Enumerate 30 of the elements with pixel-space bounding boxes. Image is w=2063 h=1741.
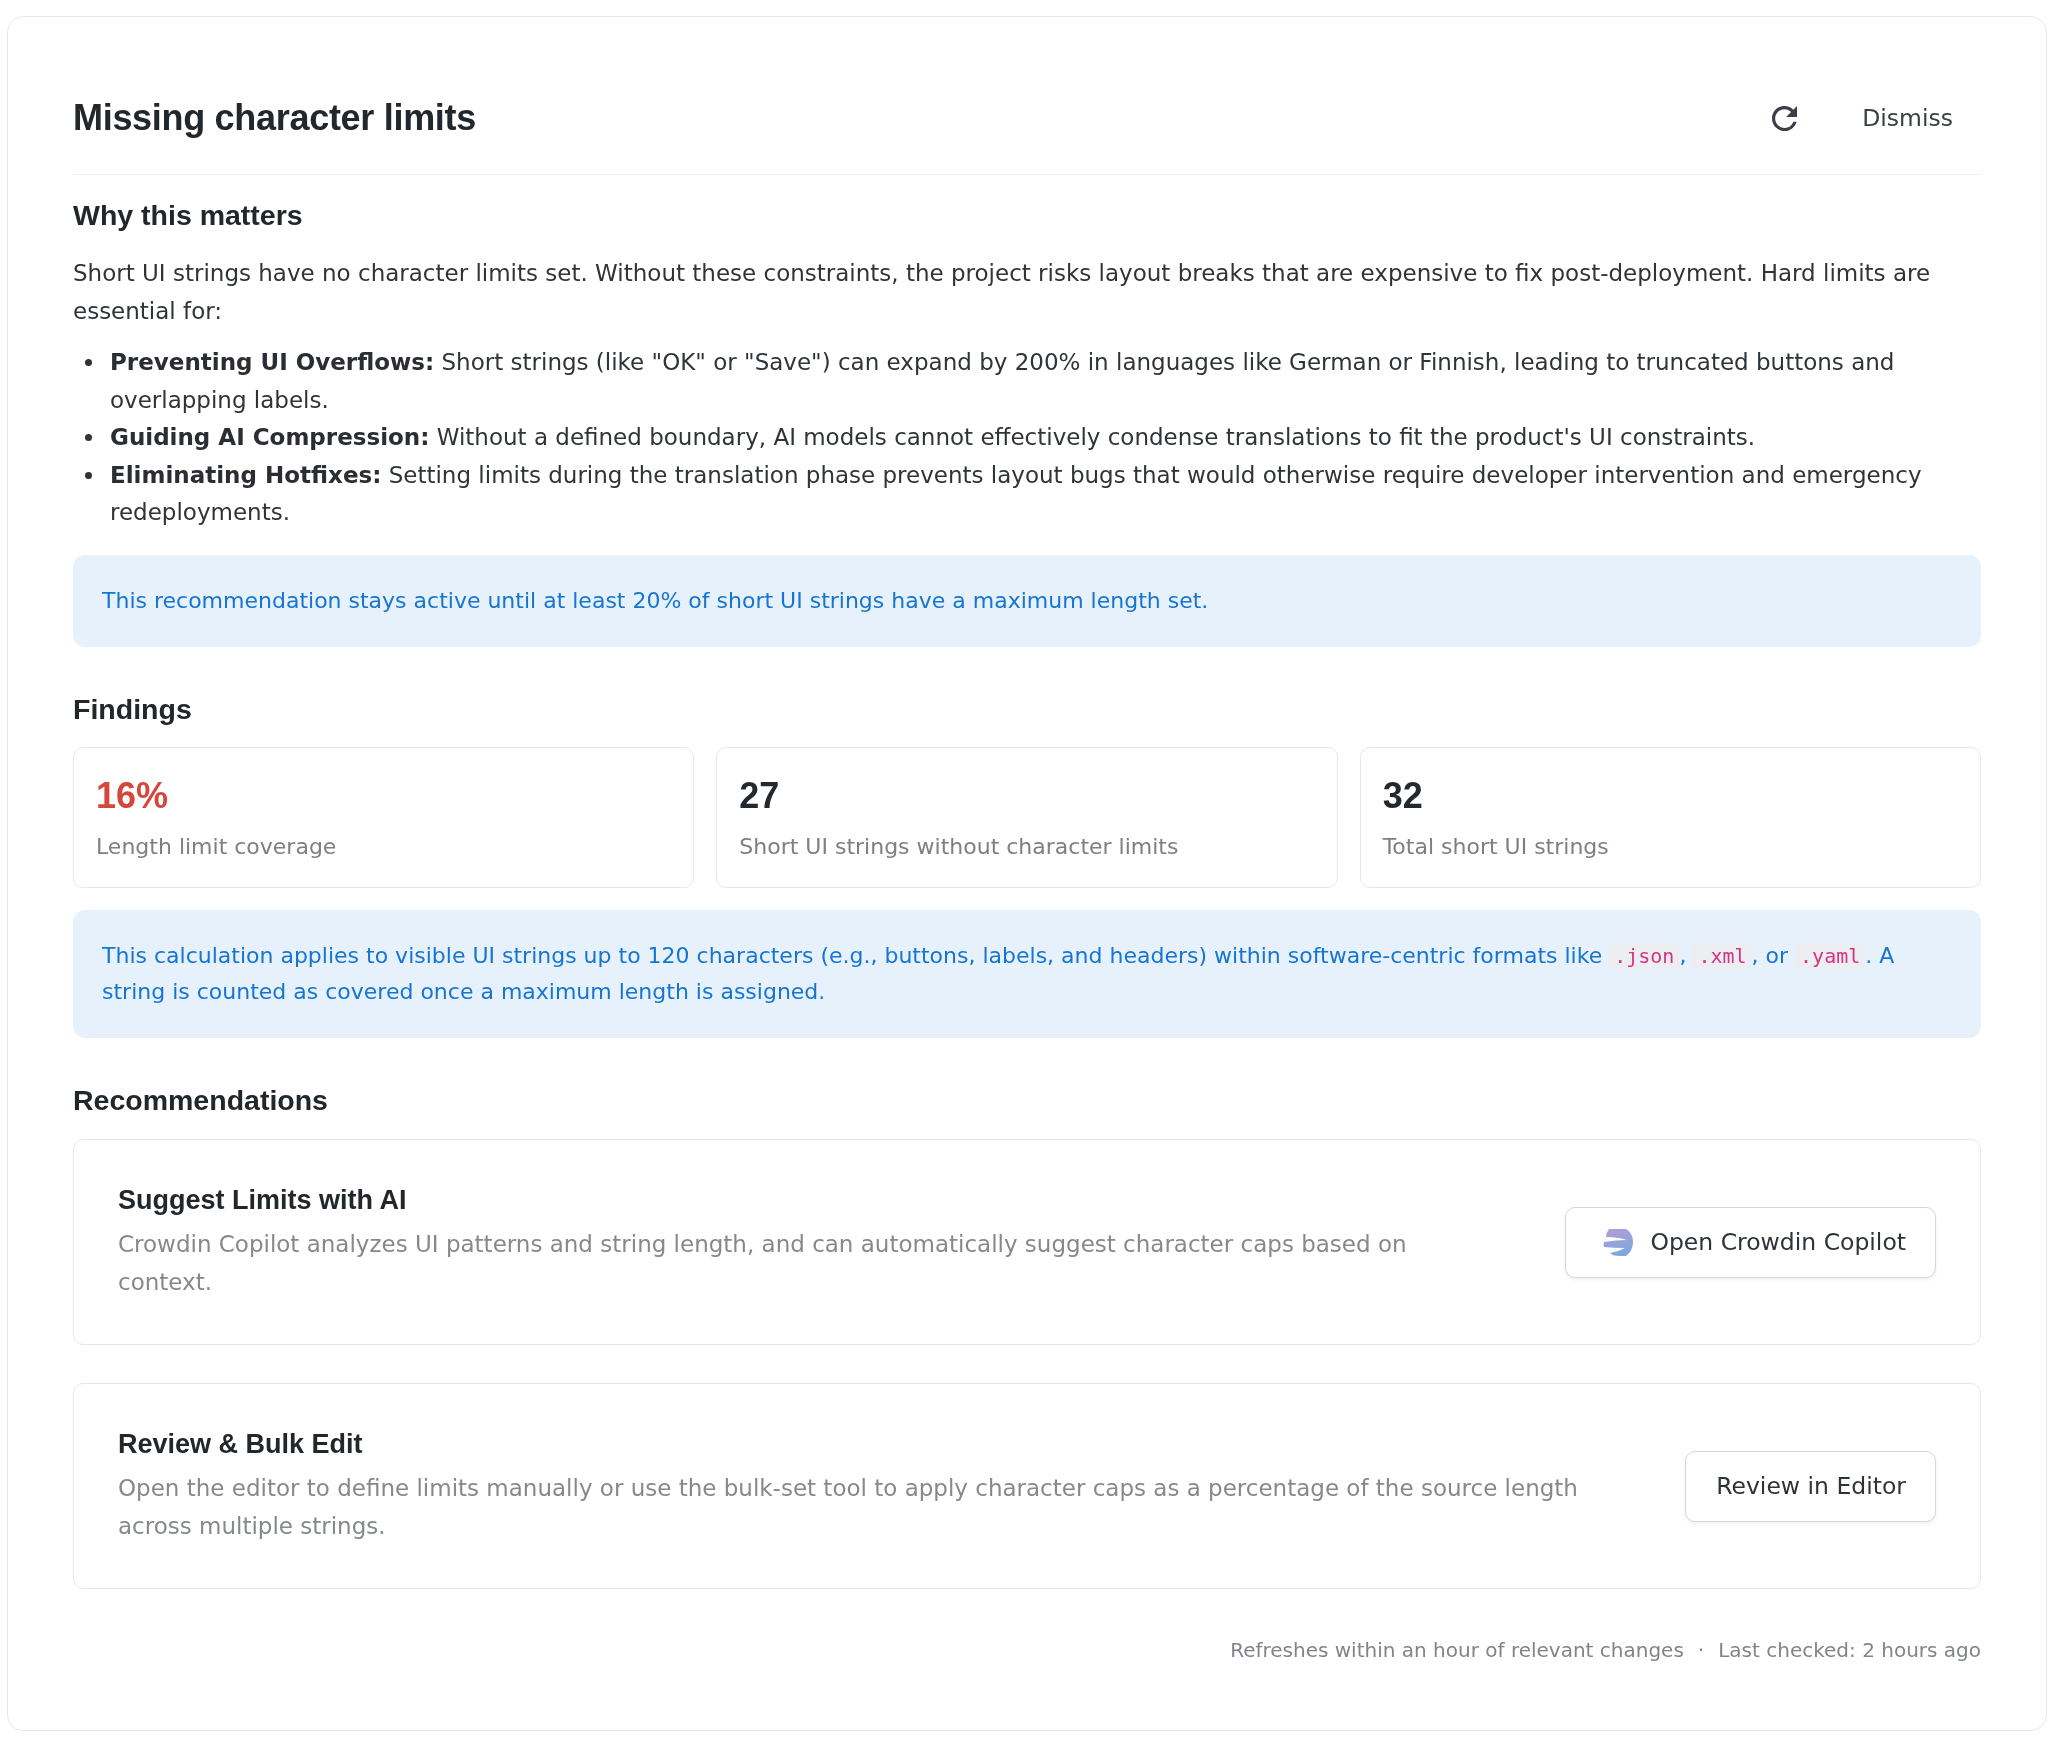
bullet-dot-icon	[85, 359, 92, 366]
recommendation-description: Open the editor to define limits manually or use the bulk-set tool to apply character caps as a percentage of the source length across multiple strings.	[118, 1474, 1579, 1541]
footer-separator: ·	[1697, 1636, 1705, 1664]
bullet-text: Guiding AI Compression: Without a defined boundary, AI models cannot effectively condense translations to fit the product's UI constraints.	[110, 423, 1756, 452]
refresh-note: Refreshes within an hour of relevant changes	[1230, 1636, 1684, 1664]
page-title: Missing character limits	[73, 97, 477, 139]
stat-value: 16%	[96, 773, 170, 818]
recommendation-description: Crowdin Copilot analyzes UI patterns and string length, and can automatically suggest character caps based on context.	[118, 1230, 1408, 1297]
info-note: This recommendation stays active until at least 20% of short UI strings have a maximum length set.	[73, 554, 1981, 647]
refresh-icon	[1771, 105, 1797, 131]
recommendation-title: Suggest Limits with AI	[118, 1184, 408, 1217]
last-checked: Last checked: 2 hours ago	[1718, 1636, 1981, 1664]
section-heading: Why this matters	[73, 198, 304, 233]
bullet-text: Eliminating Hotfixes: Setting limits during the translation phase prevents layout bugs that would otherwise require developer intervention and emergency redeployments.	[110, 460, 1923, 527]
stat-label: Length limit coverage	[96, 832, 338, 861]
stat-label: Total short UI strings	[1382, 832, 1610, 861]
action-button[interactable]: Open Crowdin Copilot	[1565, 1206, 1936, 1278]
dismiss-button[interactable]: Dismiss	[1840, 96, 1981, 140]
stat-value: 27	[739, 773, 781, 818]
action-button[interactable]: Review in Editor	[1685, 1450, 1936, 1522]
bullet-dot-icon	[85, 471, 92, 479]
recommendation-title: Review & Bulk Edit	[118, 1428, 364, 1461]
bullet-dot-icon	[85, 434, 92, 441]
bullet-text: Preventing UI Overflows: Short strings (like "OK" or "Save") can expand by 200% in languages like German or Finnish, leading to truncated buttons and overlapping labels.	[110, 348, 1896, 415]
calculation-note: This calculation applies to visible UI strings up to 120 characters (e.g., buttons, labels, and headers) within software-centric formats like .json , .xml , or .yaml . A string is counted as covered once a maximum length is assigned.	[73, 909, 1981, 1038]
section-heading: Recommendations	[73, 1082, 329, 1118]
stat-label: Short UI strings without character limits	[739, 832, 1180, 861]
intro-paragraph: Short UI strings have no character limits set. Without these constraints, the project risks layout breaks that are expensive to fix post-deployment. Hard limits are essential for:	[73, 259, 1932, 326]
section-heading: Findings	[73, 691, 193, 727]
stat-value: 32	[1382, 773, 1424, 818]
